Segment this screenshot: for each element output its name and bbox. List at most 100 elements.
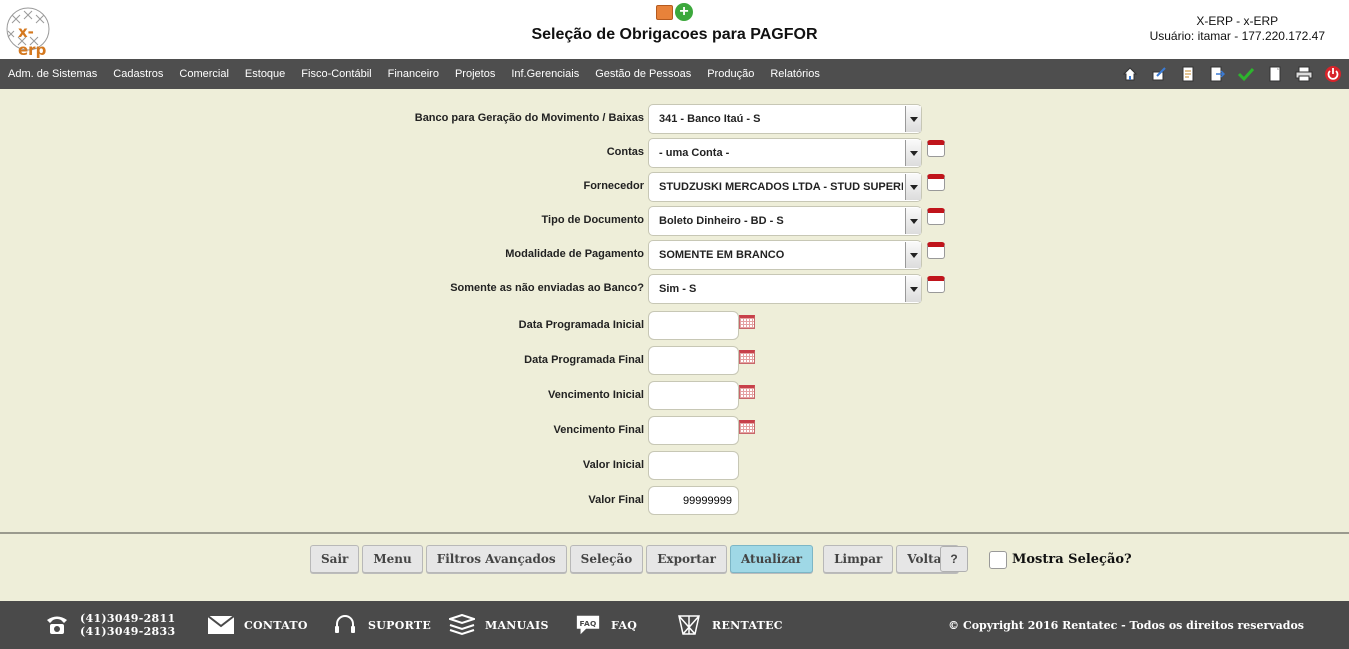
edit-icon[interactable]: [1149, 64, 1169, 84]
modalidade-value: SOMENTE EM BRANCO: [659, 249, 785, 261]
suporte-link[interactable]: SUPORTE: [368, 619, 431, 632]
contato-link[interactable]: CONTATO: [244, 619, 308, 632]
tipo-documento-label: Tipo de Documento: [541, 214, 644, 226]
valor-inicial-input[interactable]: [648, 451, 739, 480]
help-button[interactable]: ?: [940, 546, 968, 572]
valor-final-input[interactable]: 99999999: [648, 486, 739, 515]
phone-1: (41)3049-2811: [80, 612, 176, 625]
calendar-icon[interactable]: [739, 385, 755, 399]
export-icon[interactable]: [1207, 64, 1227, 84]
faq-icon-text: FAQ: [579, 619, 596, 628]
somente-select[interactable]: Sim - S: [648, 274, 922, 304]
modalidade-lookup-icon[interactable]: [927, 242, 945, 259]
field-valor-final: Valor Final 99999999: [0, 486, 1349, 516]
tipo-documento-lookup-icon[interactable]: [927, 208, 945, 225]
contas-lookup-icon[interactable]: [927, 140, 945, 157]
copy-icon[interactable]: [1265, 64, 1285, 84]
filtros-avancados-button[interactable]: Filtros Avançados: [425, 545, 567, 573]
faq-link[interactable]: FAQ: [611, 619, 637, 632]
power-icon[interactable]: [1323, 64, 1343, 84]
venc-inicial-label: Vencimento Inicial: [548, 389, 644, 401]
nav-item-inf-gerenciais[interactable]: Inf.Gerenciais: [503, 68, 587, 80]
nav-item-fisco-contabil[interactable]: Fisco-Contábil: [293, 68, 379, 80]
somente-value: Sim - S: [659, 283, 697, 295]
mail-icon: [208, 612, 234, 638]
venc-final-label: Vencimento Final: [553, 424, 644, 436]
chevron-down-icon[interactable]: [905, 276, 921, 302]
fornecedor-select[interactable]: STUDZUSKI MERCADOS LTDA - STUD SUPERMERC…: [648, 172, 922, 202]
system-info: X-ERP - x-ERP Usuário: itamar - 177.220.…: [1150, 14, 1325, 44]
action-buttons: Sair Menu Filtros Avançados Seleção Expo…: [310, 545, 962, 573]
rentatec-logo-icon: [676, 612, 702, 638]
field-data-prog-inicial: Data Programada Inicial: [0, 311, 1349, 341]
chevron-down-icon[interactable]: [905, 242, 921, 268]
chevron-down-icon[interactable]: [905, 208, 921, 234]
mostra-selecao-label: Mostra Seleção?: [1012, 552, 1132, 567]
banco-label: Banco para Geração do Movimento / Baixas: [414, 112, 644, 124]
data-prog-inicial-input[interactable]: [648, 311, 739, 340]
calendar-icon[interactable]: [739, 420, 755, 434]
calendar-icon[interactable]: [739, 350, 755, 364]
selecao-button[interactable]: Seleção: [569, 545, 644, 573]
footer-suporte[interactable]: SUPORTE: [332, 601, 431, 649]
data-prog-final-input[interactable]: [648, 346, 739, 375]
nav-item-projetos[interactable]: Projetos: [447, 68, 503, 80]
nav-item-financeiro[interactable]: Financeiro: [380, 68, 447, 80]
somente-lookup-icon[interactable]: [927, 276, 945, 293]
header-quick-icons: +: [656, 3, 693, 21]
feed-icon[interactable]: [656, 5, 673, 20]
add-icon[interactable]: +: [675, 3, 693, 21]
phone-icon: [44, 612, 70, 638]
valor-final-label: Valor Final: [588, 494, 644, 506]
field-somente-nao-enviadas: Somente as não enviadas ao Banco? Sim - …: [0, 274, 1349, 304]
nav-item-comercial[interactable]: Comercial: [171, 68, 237, 80]
nav-menu: Adm. de Sistemas Cadastros Comercial Est…: [0, 59, 828, 89]
check-icon[interactable]: [1236, 64, 1256, 84]
nav-item-adm-sistemas[interactable]: Adm. de Sistemas: [0, 68, 105, 80]
headset-icon: [332, 612, 358, 638]
footer-phones: (41)3049-2811 (41)3049-2833: [44, 601, 175, 649]
exportar-button[interactable]: Exportar: [646, 545, 727, 573]
modalidade-select[interactable]: SOMENTE EM BRANCO: [648, 240, 922, 270]
limpar-button[interactable]: Limpar: [823, 545, 894, 573]
nav-item-gestao-pessoas[interactable]: Gestão de Pessoas: [587, 68, 699, 80]
footer-faq[interactable]: FAQ FAQ: [575, 601, 637, 649]
atualizar-button[interactable]: Atualizar: [729, 545, 814, 573]
home-icon[interactable]: [1120, 64, 1140, 84]
footer-contato[interactable]: CONTATO: [208, 601, 308, 649]
calendar-icon[interactable]: [739, 315, 755, 329]
chevron-down-icon[interactable]: [905, 140, 921, 166]
field-venc-final: Vencimento Final: [0, 416, 1349, 446]
chevron-down-icon[interactable]: [905, 106, 921, 132]
mostra-selecao-checkbox[interactable]: [989, 551, 1007, 569]
footer-rentatec[interactable]: RENTATEC: [676, 601, 783, 649]
user-info: Usuário: itamar - 177.220.172.47: [1149, 29, 1325, 43]
print-icon[interactable]: [1294, 64, 1314, 84]
venc-final-input[interactable]: [648, 416, 739, 445]
document-edit-icon[interactable]: [1178, 64, 1198, 84]
nav-item-producao[interactable]: Produção: [699, 68, 762, 80]
header: x-erp + Seleção de Obrigacoes para PAGFO…: [0, 0, 1349, 59]
chevron-down-icon[interactable]: [905, 174, 921, 200]
toolbar: [1120, 64, 1343, 84]
books-icon: [449, 612, 475, 638]
banco-select[interactable]: 341 - Banco Itaú - S: [648, 104, 922, 134]
nav-item-cadastros[interactable]: Cadastros: [105, 68, 171, 80]
data-prog-inicial-label: Data Programada Inicial: [518, 319, 644, 331]
field-venc-inicial: Vencimento Inicial: [0, 381, 1349, 411]
rentatec-link[interactable]: RENTATEC: [712, 619, 783, 632]
field-contas: Contas - uma Conta -: [0, 138, 1349, 168]
venc-inicial-input[interactable]: [648, 381, 739, 410]
tipo-documento-select[interactable]: Boleto Dinheiro - BD - S: [648, 206, 922, 236]
fornecedor-lookup-icon[interactable]: [927, 174, 945, 191]
banco-value: 341 - Banco Itaú - S: [659, 113, 761, 125]
copyright: © Copyright 2016 Rentatec - Todos os dir…: [948, 619, 1304, 632]
tipo-documento-value: Boleto Dinheiro - BD - S: [659, 215, 784, 227]
nav-item-estoque[interactable]: Estoque: [237, 68, 293, 80]
sair-button[interactable]: Sair: [310, 545, 360, 573]
manuais-link[interactable]: MANUAIS: [485, 619, 549, 632]
menu-button[interactable]: Menu: [362, 545, 423, 573]
footer-manuais[interactable]: MANUAIS: [449, 601, 549, 649]
nav-item-relatorios[interactable]: Relatórios: [762, 68, 828, 80]
contas-select[interactable]: - uma Conta -: [648, 138, 922, 168]
